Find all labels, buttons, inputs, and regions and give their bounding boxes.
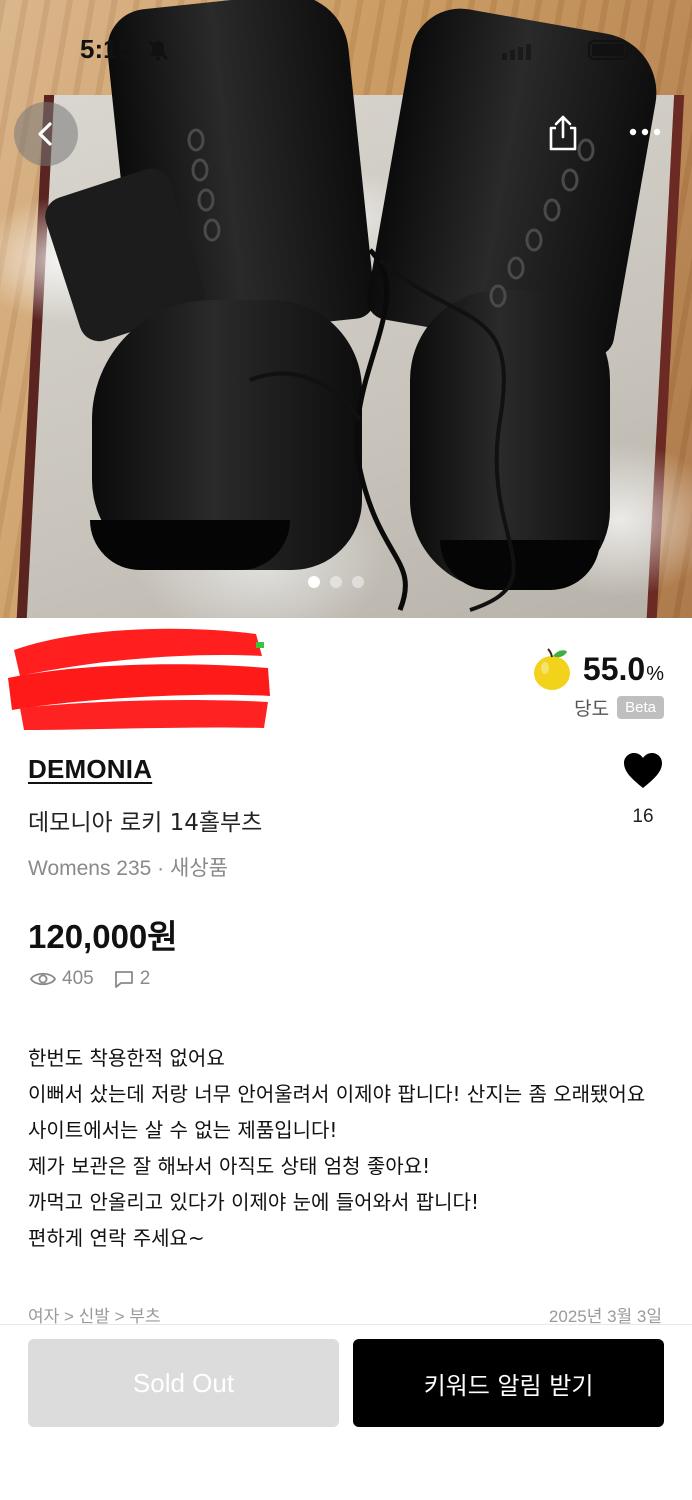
share-icon xyxy=(549,115,577,151)
sweetness-score: 55.0% xyxy=(529,646,664,692)
description-line: 까먹고 안올리고 있다가 이제야 눈에 들어와서 팝니다! xyxy=(28,1190,479,1214)
back-icon xyxy=(38,122,52,146)
sweetness-value: 55.0% xyxy=(582,650,664,687)
signal-icon xyxy=(502,44,531,60)
apple-icon xyxy=(533,648,570,690)
pager-dot[interactable] xyxy=(308,576,320,588)
pager-dot[interactable] xyxy=(330,576,342,588)
keyword-alert-button[interactable]: 키워드 알림 받기 xyxy=(353,1339,664,1427)
back-button[interactable] xyxy=(14,102,78,166)
sold-out-button: Sold Out xyxy=(28,1339,339,1427)
redacted-seller-info xyxy=(8,628,270,730)
description-line: 제가 보관은 잘 해놔서 아직도 상태 엄청 좋아요! xyxy=(28,1154,431,1178)
more-options-button[interactable] xyxy=(622,112,668,152)
brand-link[interactable]: DEMONIA xyxy=(28,754,152,785)
description-line: 한번도 착용한적 없어요 xyxy=(28,1046,225,1070)
pager-dot[interactable] xyxy=(352,576,364,588)
status-time: 5:15 xyxy=(80,34,133,64)
product-meta: Womens 235 · 새상품 xyxy=(28,857,228,880)
gallery-pager xyxy=(308,576,364,588)
product-image-gallery[interactable]: 5:15 xyxy=(0,0,692,618)
comment-count: 2 xyxy=(139,968,151,989)
description-line: 편하게 연락 주세요~ xyxy=(28,1226,205,1250)
description-line: 이뻐서 샀는데 저랑 너무 안어울려서 이제야 팝니다! 산지는 좀 오래됐어요… xyxy=(28,1082,652,1142)
view-count: 405 xyxy=(62,968,94,989)
battery-icon xyxy=(588,40,632,60)
share-button[interactable] xyxy=(540,110,586,156)
like-button[interactable]: 16 xyxy=(618,752,668,828)
product-description: 한번도 착용한적 없어요 이뻐서 샀는데 저랑 너무 안어울려서 이제야 팝니다… xyxy=(28,1040,668,1256)
sweetness-label: 당도 xyxy=(574,698,610,720)
product-price: 120,000원 xyxy=(28,918,178,955)
sweetness-label-row: 당도 Beta xyxy=(574,694,664,721)
like-count: 16 xyxy=(632,806,654,827)
beta-badge: Beta xyxy=(617,696,664,719)
heart-icon xyxy=(624,753,662,788)
eye-icon xyxy=(30,972,56,986)
sweetness-unit: % xyxy=(646,662,664,685)
bell-muted-icon xyxy=(148,40,168,61)
product-stats: 405 2 xyxy=(30,968,150,990)
comment-icon xyxy=(114,971,133,988)
product-title: 데모니아 로키 14홀부츠 xyxy=(28,810,263,836)
bootlaces xyxy=(187,128,595,612)
more-icon xyxy=(629,128,661,136)
bottom-action-bar: Sold Out 키워드 알림 받기 xyxy=(0,1324,692,1500)
